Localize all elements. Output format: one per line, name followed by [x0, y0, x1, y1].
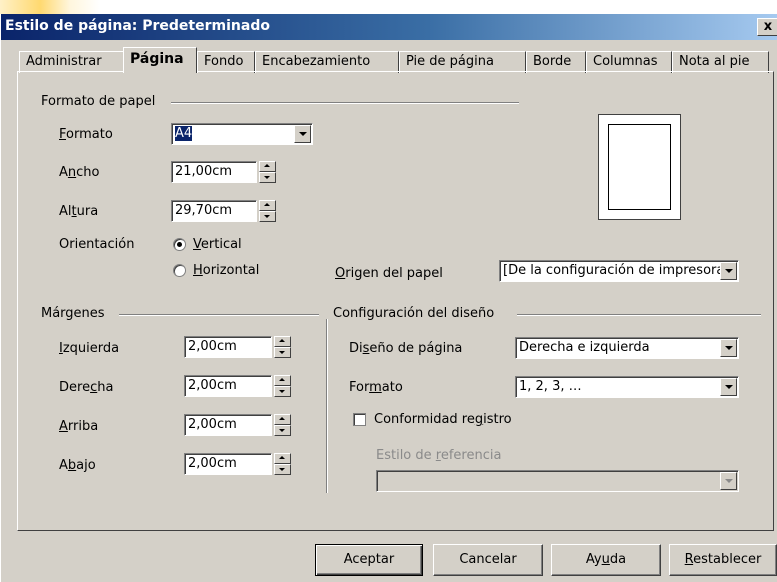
margin-bottom-stepper[interactable] [274, 453, 291, 475]
page-preview-margins [608, 124, 671, 210]
title-bar: Estilo de página: Predeterminado [1, 14, 777, 40]
paper-format-select[interactable]: A4 [171, 123, 313, 145]
paper-source-label: Origen del papel [335, 266, 443, 281]
chevron-down-icon[interactable] [720, 472, 737, 490]
margin-right-field[interactable]: 2,00cm [184, 375, 272, 397]
close-button[interactable]: x [757, 18, 777, 36]
spin-up-icon[interactable] [259, 200, 276, 211]
vertical-radio-label: Vertical [193, 237, 242, 252]
reference-style-label: Estilo de referencia [376, 448, 502, 463]
spin-down-icon[interactable] [274, 464, 291, 475]
height-field[interactable]: 29,70cm [171, 200, 257, 222]
vertical-radio[interactable] [173, 238, 186, 251]
margin-left-field[interactable]: 2,00cm [184, 336, 272, 358]
help-button[interactable]: Ayuda [551, 544, 661, 576]
layout-settings-group-label: Configuración del diseño [333, 306, 495, 321]
margin-bottom-label: Abajo [59, 458, 96, 473]
group-separator [326, 319, 328, 493]
spin-down-icon[interactable] [259, 211, 276, 222]
register-true-checkbox[interactable] [353, 413, 366, 426]
tab-columnas[interactable]: Columnas [586, 51, 672, 73]
chevron-down-icon[interactable] [294, 125, 311, 143]
tab-pie-de-pagina[interactable]: Pie de página [399, 51, 526, 73]
spin-down-icon[interactable] [259, 172, 276, 183]
paper-format-divider [171, 102, 519, 104]
width-label: Ancho [59, 165, 100, 180]
spin-up-icon[interactable] [274, 453, 291, 464]
width-stepper[interactable] [259, 161, 276, 183]
margin-right-stepper[interactable] [274, 375, 291, 397]
margin-bottom-field[interactable]: 2,00cm [184, 453, 272, 475]
margin-left-stepper[interactable] [274, 336, 291, 358]
height-stepper[interactable] [259, 200, 276, 222]
format-label: Formato [59, 127, 113, 142]
chevron-down-icon[interactable] [720, 378, 737, 396]
page-layout-select[interactable]: Derecha e izquierda [515, 337, 739, 359]
layout-settings-divider [517, 314, 761, 316]
chevron-down-icon[interactable] [720, 262, 737, 280]
register-true-label: Conformidad registro [374, 412, 512, 427]
margins-group-label: Márgenes [41, 306, 105, 321]
chevron-down-icon[interactable] [720, 339, 737, 357]
height-label: Altura [59, 204, 99, 219]
paper-source-select[interactable]: [De la configuración de impresora] [499, 260, 739, 282]
tab-encabezamiento[interactable]: Encabezamiento [255, 51, 399, 73]
tab-fondo[interactable]: Fondo [197, 51, 255, 73]
orientation-label: Orientación [59, 237, 135, 252]
reset-button[interactable]: Restablecer [669, 544, 777, 576]
spin-down-icon[interactable] [274, 425, 291, 436]
horizontal-radio-label: Horizontal [193, 263, 260, 278]
dialog-title: Estilo de página: Predeterminado [5, 18, 270, 34]
spin-down-icon[interactable] [274, 347, 291, 358]
horizontal-radio[interactable] [173, 264, 186, 277]
spin-up-icon[interactable] [274, 375, 291, 386]
margin-top-field[interactable]: 2,00cm [184, 414, 272, 436]
spin-up-icon[interactable] [259, 161, 276, 172]
paper-format-group-label: Formato de papel [41, 94, 156, 109]
tab-administrar[interactable]: Administrar [19, 51, 124, 73]
reference-style-select[interactable] [376, 470, 739, 492]
ok-button[interactable]: Aceptar [315, 544, 423, 576]
cancel-button[interactable]: Cancelar [433, 544, 543, 576]
tab-borde[interactable]: Borde [526, 51, 586, 73]
page-layout-label: Diseño de página [349, 341, 463, 356]
page-preview [598, 114, 681, 220]
spin-down-icon[interactable] [274, 386, 291, 397]
margin-top-stepper[interactable] [274, 414, 291, 436]
margin-right-label: Derecha [59, 380, 114, 395]
spin-up-icon[interactable] [274, 336, 291, 347]
numbering-format-select[interactable]: 1, 2, 3, … [515, 376, 739, 398]
tab-pagina[interactable]: Página [123, 47, 197, 73]
page-style-dialog: Estilo de página: Predeterminado x Admin… [0, 14, 777, 582]
spin-up-icon[interactable] [274, 414, 291, 425]
tab-nota-al-pie[interactable]: Nota al pie [672, 51, 769, 73]
margin-left-label: Izquierda [59, 341, 120, 356]
width-field[interactable]: 21,00cm [171, 161, 257, 183]
margins-divider [119, 314, 319, 316]
margin-top-label: Arriba [59, 419, 99, 434]
numbering-format-label: Formato [349, 380, 403, 395]
